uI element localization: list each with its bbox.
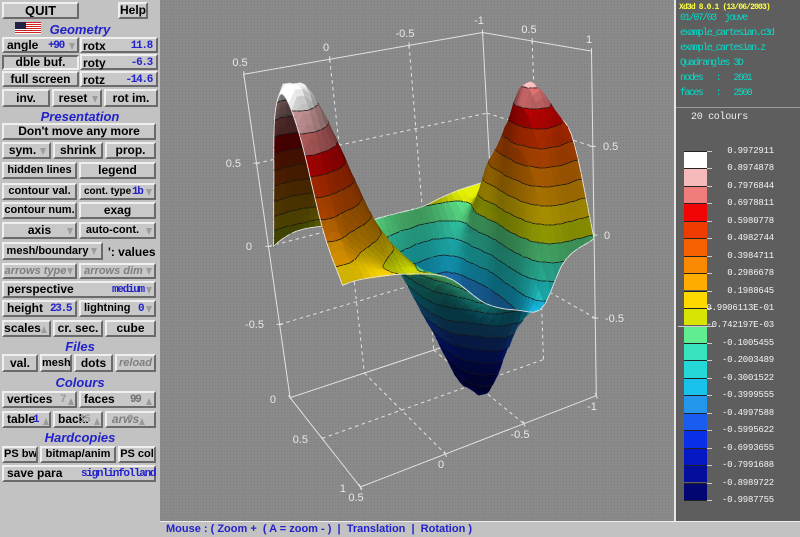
svg-text:-1: -1	[587, 401, 597, 413]
svg-text:0.5: 0.5	[521, 24, 536, 36]
svg-text:0: 0	[604, 230, 610, 242]
svg-text:0.5: 0.5	[293, 434, 308, 446]
svg-text:0.5: 0.5	[603, 141, 618, 153]
svg-text:0: 0	[438, 459, 444, 471]
svg-text:-0.5: -0.5	[605, 313, 624, 325]
svg-text:0.5: 0.5	[226, 158, 241, 170]
svg-text:-0.5: -0.5	[245, 319, 264, 331]
svg-text:0.5: 0.5	[348, 492, 363, 504]
svg-text:0: 0	[323, 42, 329, 54]
svg-text:0: 0	[270, 394, 276, 406]
svg-text:-0.5: -0.5	[511, 429, 530, 441]
svg-text:1: 1	[586, 34, 592, 46]
svg-text:-0.5: -0.5	[396, 28, 415, 40]
svg-text:-1: -1	[474, 15, 484, 27]
svg-text:0.5: 0.5	[232, 57, 247, 69]
svg-text:1: 1	[340, 483, 346, 495]
svg-text:0: 0	[246, 241, 252, 253]
